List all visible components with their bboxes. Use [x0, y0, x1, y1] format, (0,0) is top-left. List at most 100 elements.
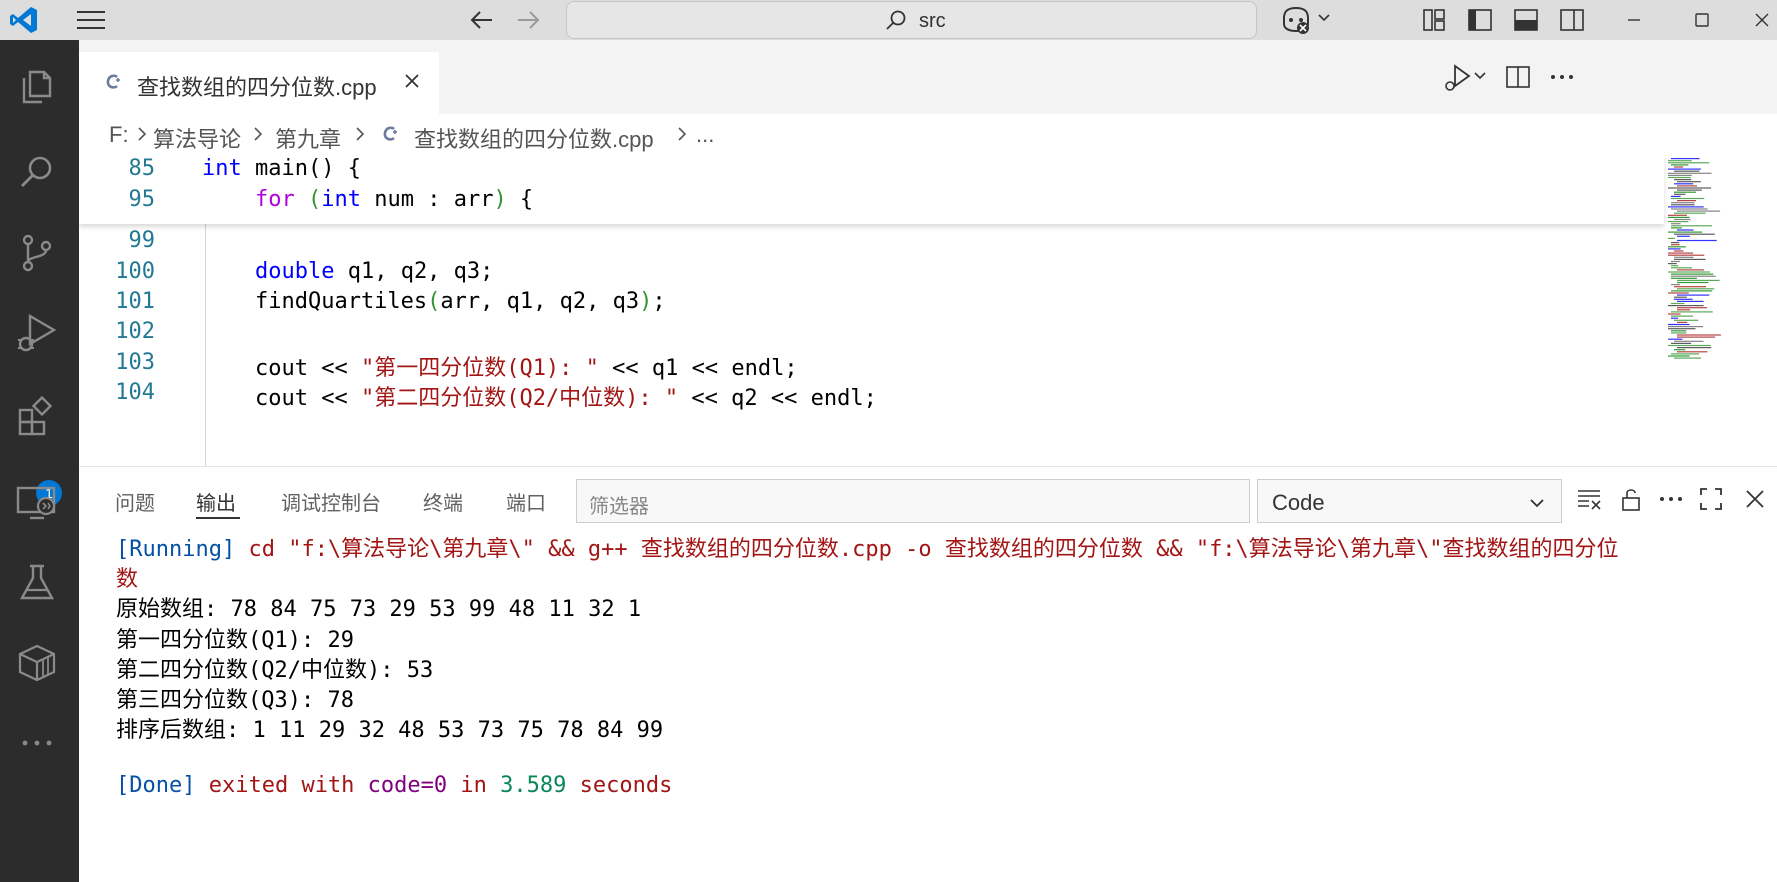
- tab-problems[interactable]: 问题: [115, 487, 155, 516]
- vscode-logo-icon[interactable]: [8, 4, 40, 36]
- tab-terminal[interactable]: 终端: [423, 487, 463, 516]
- toggle-primary-sidebar-icon[interactable]: [1466, 6, 1494, 34]
- breadcrumb-folder-chapter[interactable]: 第九章: [275, 122, 341, 154]
- explorer-icon[interactable]: [14, 64, 60, 110]
- code-line[interactable]: 103 cout << "第一四分位数(Q1): " << q1 << endl…: [79, 350, 1664, 384]
- output-token: 排序后数组: 1 11 29 32 48 53 73 75 78 84 99: [116, 718, 664, 744]
- close-icon[interactable]: [403, 72, 421, 90]
- code-token: int: [321, 187, 361, 212]
- code-line[interactable]: 100 double q1, q2, q3;: [79, 259, 1664, 293]
- minimap-line: [1677, 309, 1691, 311]
- minimap-line: [1668, 271, 1710, 273]
- minimap-line: [1671, 260, 1681, 263]
- split-editor-icon[interactable]: [1503, 62, 1533, 92]
- output-line: 第一四分位数(Q1): 29: [116, 622, 354, 656]
- close-panel-icon[interactable]: [1741, 485, 1769, 513]
- output-filter-input[interactable]: 筛选器: [576, 479, 1250, 523]
- output-line: 原始数组: 78 84 75 73 29 53 99 48 11 32 1: [116, 591, 641, 625]
- minimap-line: [1668, 160, 1692, 162]
- minimap-line: [1674, 170, 1700, 172]
- code-token: "第二四分位数(Q2/中位数): ": [360, 385, 679, 411]
- minimap-line: [1668, 162, 1710, 164]
- more-views-icon[interactable]: [14, 720, 60, 766]
- minimap-line: [1671, 290, 1713, 292]
- output-token: 3.589: [500, 772, 567, 798]
- extensions-icon[interactable]: [14, 394, 60, 440]
- breadcrumb-file[interactable]: 查找数组的四分位数.cpp: [414, 122, 654, 154]
- close-window-icon[interactable]: [1750, 8, 1774, 32]
- minimap-line: [1671, 284, 1681, 286]
- code-token: findQuartiles: [202, 288, 428, 314]
- minimap-line: [1674, 340, 1704, 342]
- minimap-line: [1674, 298, 1693, 300]
- clear-output-icon[interactable]: [1575, 485, 1603, 513]
- copilot-icon[interactable]: [1278, 4, 1314, 36]
- minimap-line: [1677, 210, 1721, 212]
- more-actions-icon[interactable]: [1547, 62, 1577, 92]
- line-number: 102: [115, 319, 155, 345]
- containers-icon[interactable]: [14, 640, 60, 686]
- minimap-line: [1677, 200, 1696, 202]
- activity-bar: 1: [0, 40, 79, 882]
- code-line[interactable]: 85 int main() {: [79, 156, 1664, 190]
- run-and-debug-icon[interactable]: [14, 310, 60, 356]
- minimap-line: [1671, 342, 1692, 344]
- minimap-line: [1677, 294, 1710, 296]
- toggle-panel-icon[interactable]: [1512, 6, 1540, 34]
- output-channel-select[interactable]: Code: [1257, 479, 1562, 523]
- cpp-file-icon: [383, 126, 397, 141]
- minimap-line: [1674, 212, 1706, 214]
- minimap-line: [1668, 355, 1690, 357]
- code-token: int: [202, 156, 242, 181]
- code-editor[interactable]: 85 int main() {95 for (int num : arr) { 9…: [79, 154, 1777, 466]
- lock-scroll-icon[interactable]: [1617, 485, 1645, 513]
- code-token: double: [254, 258, 335, 284]
- minimap-line: [1671, 242, 1680, 244]
- output-line: 排序后数组: 1 11 29 32 48 53 73 75 78 84 99: [116, 712, 663, 746]
- minimize-icon[interactable]: [1622, 8, 1646, 32]
- minimap-line: [1674, 183, 1694, 185]
- chevron-down-icon[interactable]: [1316, 10, 1332, 26]
- code-line[interactable]: 102: [79, 319, 1664, 353]
- tab-ports[interactable]: 端口: [506, 487, 546, 516]
- tab-debug-console[interactable]: 调试控制台: [281, 487, 381, 516]
- remote-explorer-icon[interactable]: [14, 480, 60, 526]
- breadcrumb-symbol[interactable]: ...: [696, 122, 714, 148]
- arrow-right-icon[interactable]: [514, 6, 542, 34]
- output-token: cd "f:\算法导论\第九章\" && g++ 查找数组的四分位数.cpp -…: [235, 537, 1619, 562]
- breadcrumb-drive[interactable]: F:: [109, 122, 129, 148]
- breadcrumb-folder-algorithms[interactable]: 算法导论: [153, 122, 241, 154]
- sticky-scroll[interactable]: 85 int main() {95 for (int num : arr) {: [79, 154, 1664, 224]
- tab-output[interactable]: 输出: [196, 487, 236, 516]
- customize-layout-icon[interactable]: [1420, 6, 1448, 34]
- search-icon: [886, 10, 906, 30]
- search-icon[interactable]: [14, 150, 60, 196]
- hamburger-menu-icon[interactable]: [75, 8, 107, 32]
- code-line[interactable]: 99: [79, 228, 1664, 262]
- maximize-icon[interactable]: [1690, 8, 1714, 32]
- code-token: num : arr: [360, 187, 494, 212]
- code-line[interactable]: 104 cout << "第二四分位数(Q2/中位数): " << q2 << …: [79, 380, 1664, 414]
- testing-icon[interactable]: [14, 560, 60, 606]
- minimap-line: [1668, 216, 1690, 218]
- toggle-secondary-sidebar-icon[interactable]: [1558, 6, 1586, 34]
- minimap-line: [1674, 193, 1686, 195]
- minimap[interactable]: [1664, 154, 1777, 466]
- line-number: 101: [115, 288, 155, 314]
- minimap-line: [1668, 248, 1681, 250]
- code-token: ;: [652, 288, 666, 314]
- source-control-icon[interactable]: [14, 230, 60, 276]
- more-actions-icon[interactable]: [1657, 485, 1685, 513]
- code-line[interactable]: 101 findQuartiles(arr, q1, q2, q3);: [79, 289, 1664, 323]
- editor-tab[interactable]: 查找数组的四分位数.cpp: [79, 52, 439, 114]
- minimap-line: [1668, 176, 1691, 179]
- arrow-left-icon[interactable]: [468, 6, 496, 34]
- run-code-icon[interactable]: [1439, 62, 1487, 92]
- minimap-line: [1671, 202, 1695, 204]
- maximize-panel-icon[interactable]: [1697, 485, 1725, 513]
- minimap-line: [1668, 231, 1703, 233]
- command-center-search[interactable]: src: [566, 1, 1257, 39]
- minimap-line: [1668, 221, 1689, 223]
- code-line[interactable]: 95 for (int num : arr) {: [79, 187, 1664, 221]
